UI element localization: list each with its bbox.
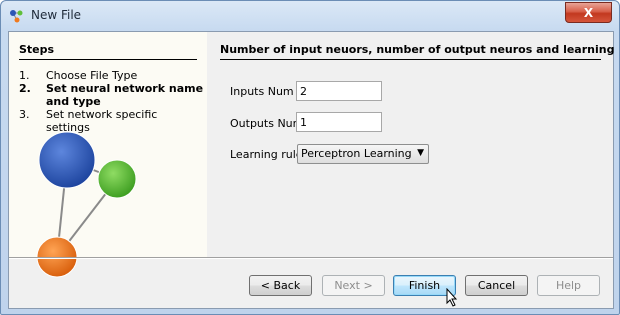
inputs-num-field[interactable] [296,81,382,101]
node-blue [38,131,96,189]
step-label: Set neural network name and type [46,82,204,108]
learning-rule-value: Perceptron Learning [301,147,412,160]
panel-title: Number of input neuors, number of output… [220,43,619,60]
mouse-cursor-icon [446,288,458,307]
help-button[interactable]: Help [537,275,600,296]
learning-rule-select[interactable]: Perceptron Learning ▼ [297,144,429,164]
footer-divider [9,257,613,259]
step-item: 1. Choose File Type [19,69,204,82]
dialog-content: Steps 1. Choose File Type 2. Set neural … [8,31,619,309]
dialog-window: New File X Steps 1. Choose File Type 2. … [0,0,620,315]
steps-list: 1. Choose File Type 2. Set neural networ… [19,69,204,134]
window-title: New File [31,8,82,22]
node-green [97,159,137,199]
app-molecule-icon [10,10,23,23]
chevron-down-icon: ▼ [417,148,424,158]
outputs-num-label: Outputs Num [230,117,304,130]
steps-panel: Steps 1. Choose File Type 2. Set neural … [9,32,207,278]
next-button[interactable]: Next > [322,275,385,296]
learning-rule-label: Learning rule [230,148,303,161]
close-button[interactable]: X [565,2,612,23]
cancel-button[interactable]: Cancel [465,275,528,296]
step-label: Choose File Type [46,69,138,82]
settings-panel: Number of input neuors, number of output… [207,32,619,257]
back-button[interactable]: < Back [249,275,312,296]
steps-title: Steps [19,43,197,60]
title-bar[interactable]: New File X [1,1,619,31]
step-number: 2. [19,82,31,95]
inputs-num-label: Inputs Num [230,85,294,98]
step-item-current: 2. Set neural network name and type [19,82,204,108]
close-icon: X [583,5,594,20]
outputs-num-field[interactable] [296,112,382,132]
step-number: 1. [19,69,30,82]
